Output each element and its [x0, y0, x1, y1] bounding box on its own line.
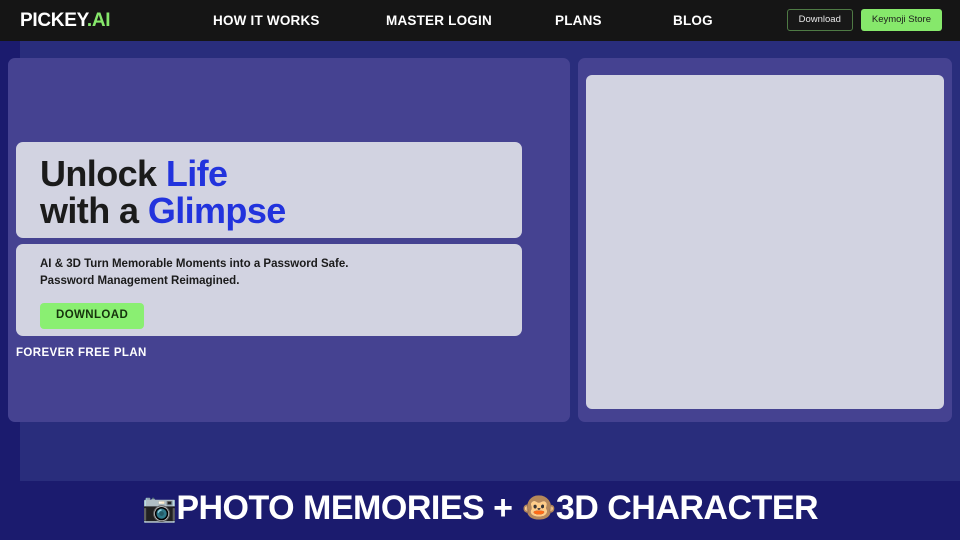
nav-link-how-it-works[interactable]: HOW IT WORKS: [213, 13, 320, 28]
headline-accent-life: Life: [165, 153, 228, 194]
media-card: [578, 58, 952, 422]
headline-text-with-a: with a: [40, 189, 148, 231]
headline-line-1: Unlock Life: [40, 153, 498, 194]
nav-keymoji-store-button[interactable]: Keymoji Store: [860, 9, 942, 31]
camera-icon: 📷: [141, 492, 177, 523]
brand-suffix: .AI: [86, 9, 111, 31]
subtitle-line-1: AI & 3D Turn Memorable Moments into a Pa…: [40, 258, 349, 270]
subtitle-panel: AI & 3D Turn Memorable Moments into a Pa…: [16, 244, 522, 336]
media-placeholder[interactable]: [586, 75, 944, 409]
brand-name: PICKEY: [20, 9, 87, 31]
nav-link-plans[interactable]: PLANS: [555, 13, 602, 28]
headline-line-2: with a Glimpse: [40, 189, 498, 231]
hero-download-button[interactable]: DOWNLOAD: [40, 303, 145, 329]
banner-text-photo-memories: PHOTO MEMORIES +: [176, 489, 522, 527]
headline-panel: Unlock Life with a Glimpse: [16, 142, 522, 238]
monkey-icon: 🐵: [521, 492, 556, 523]
bottom-banner: 📷PHOTO MEMORIES + 🐵3D CHARACTER: [0, 481, 960, 540]
nav-links: HOW IT WORKS MASTER LOGIN PLANS BLOG: [205, 0, 805, 41]
headline-text-unlock: Unlock: [40, 153, 166, 194]
banner-text-3d-character: 3D CHARACTER: [555, 489, 819, 527]
subtitle-line-2: Password Management Reimagined.: [40, 275, 240, 288]
nav-download-button[interactable]: Download: [786, 9, 853, 31]
nav-link-master-login[interactable]: MASTER LOGIN: [386, 13, 492, 28]
forever-free-plan-label: FOREVER FREE PLAN: [16, 347, 147, 359]
headline-accent-glimpse: Glimpse: [147, 189, 286, 231]
top-navbar: PICKEY.AI HOW IT WORKS MASTER LOGIN PLAN…: [0, 0, 960, 41]
brand-logo[interactable]: PICKEY.AI: [20, 9, 111, 32]
nav-link-blog[interactable]: BLOG: [673, 13, 713, 28]
hero-card: Unlock Life with a Glimpse AI & 3D Turn …: [8, 58, 570, 422]
nav-actions: Download Keymoji Store: [786, 9, 942, 31]
banner-text: 📷PHOTO MEMORIES + 🐵3D CHARACTER: [0, 489, 960, 528]
page-body: Unlock Life with a Glimpse AI & 3D Turn …: [0, 41, 960, 540]
